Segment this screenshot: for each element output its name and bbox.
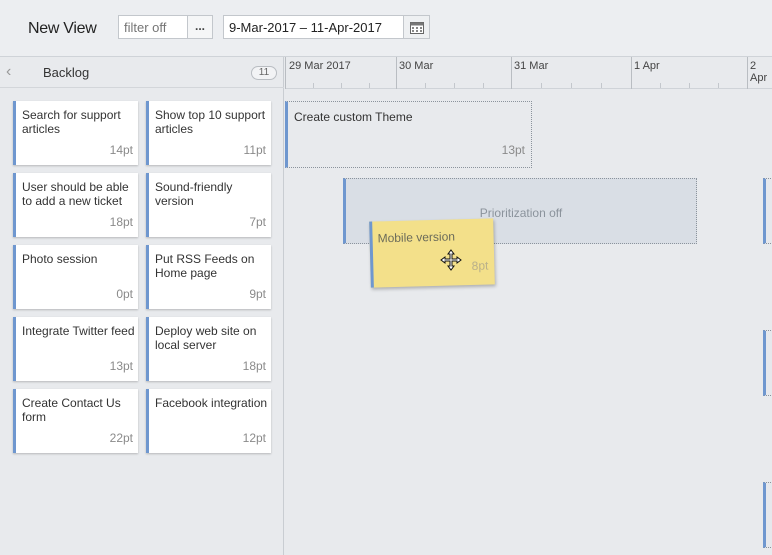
backlog-card[interactable]: Sound-friendly version 7pt <box>146 173 271 237</box>
dragging-card[interactable]: Mobile version 8pt <box>369 218 495 288</box>
calendar-icon <box>410 22 424 34</box>
card-title: Sound-friendly version <box>155 180 233 208</box>
more-options-button[interactable]: ... <box>187 15 213 39</box>
card-title: Facebook integration <box>155 396 268 410</box>
backlog-count-badge: 11 <box>251 66 277 80</box>
backlog-card[interactable]: User should be able to add a new ticket … <box>13 173 138 237</box>
card-points: 22pt <box>109 431 133 445</box>
card-points: 8pt <box>471 258 489 273</box>
card-points: 18pt <box>109 215 133 229</box>
backlog-card[interactable]: Photo session 0pt <box>13 245 138 309</box>
card-points: 12pt <box>242 431 266 445</box>
date-label: 29 Mar 2017 <box>289 60 351 72</box>
card-title: Integrate Twitter feed <box>22 324 135 338</box>
card-points: 13pt <box>501 143 525 157</box>
timeline-card[interactable] <box>763 482 772 548</box>
date-label: 1 Apr <box>634 60 660 72</box>
calendar-button[interactable] <box>403 15 430 39</box>
card-title: Create Contact Us form <box>22 396 121 424</box>
date-label: 2 Apr <box>750 60 768 84</box>
prioritization-off-label: Prioritization off <box>479 206 563 220</box>
date-range-field[interactable]: 9-Mar-2017 – 11-Apr-2017 <box>223 15 404 39</box>
timeline-date-header: 29 Mar 2017 30 Mar 31 Mar 1 Apr 2 Apr <box>285 57 772 89</box>
date-label: 31 Mar <box>514 60 549 72</box>
card-points: 11pt <box>243 143 266 157</box>
card-title: Show top 10 support articles <box>155 108 266 136</box>
view-title: New View <box>28 20 97 37</box>
move-cursor-icon <box>440 249 462 271</box>
card-title: Photo session <box>22 252 98 266</box>
chevron-left-icon[interactable]: ‹ <box>6 64 18 80</box>
card-title: Mobile version <box>377 229 456 246</box>
backlog-card[interactable]: Facebook integration 12pt <box>146 389 271 453</box>
timeline-card[interactable]: Create custom Theme 13pt <box>285 101 532 168</box>
card-title: User should be able to add a new ticket <box>22 180 129 208</box>
backlog-card[interactable]: Show top 10 support articles 11pt <box>146 101 271 165</box>
toolbar: New View ... 9-Mar-2017 – 11-Apr-2017 <box>0 0 772 57</box>
card-points: 7pt <box>249 215 266 229</box>
card-points: 18pt <box>242 359 266 373</box>
card-points: 14pt <box>109 143 133 157</box>
backlog-card[interactable]: Deploy web site on local server 18pt <box>146 317 271 381</box>
filter-input[interactable] <box>118 15 188 39</box>
card-title: Search for support articles <box>22 108 121 136</box>
card-title: Deploy web site on local server <box>155 324 257 352</box>
timeline-card[interactable] <box>763 178 772 244</box>
backlog-card[interactable]: Put RSS Feeds on Home page 9pt <box>146 245 271 309</box>
card-points: 9pt <box>249 287 266 301</box>
card-points: 13pt <box>109 359 133 373</box>
card-title: Create custom Theme <box>294 110 413 124</box>
backlog-card[interactable]: Integrate Twitter feed 13pt <box>13 317 138 381</box>
date-label: 30 Mar <box>399 60 434 72</box>
card-title: Put RSS Feeds on Home page <box>155 252 255 280</box>
backlog-card[interactable]: Create Contact Us form 22pt <box>13 389 138 453</box>
card-points: 0pt <box>116 287 133 301</box>
backlog-header: ‹ Backlog 11 <box>0 57 284 88</box>
backlog-title: Backlog <box>43 65 90 80</box>
backlog-card[interactable]: Search for support articles 14pt <box>13 101 138 165</box>
timeline-card[interactable] <box>763 330 772 396</box>
backlog-panel: ‹ Backlog 11 Search for support articles… <box>0 57 284 555</box>
